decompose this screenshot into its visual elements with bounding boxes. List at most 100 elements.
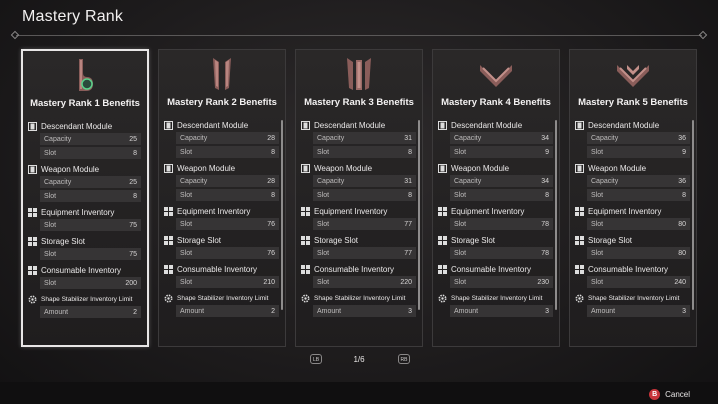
descendant-slot-row: Slot 9 [450, 146, 553, 158]
stabilizer-amount-row: Amount 3 [450, 305, 553, 317]
row-value: 36 [678, 177, 686, 185]
weapon-capacity-row: Capacity 36 [587, 175, 690, 187]
descendant-slot-row: Slot 9 [587, 146, 690, 158]
next-page-rb-button[interactable]: RB [398, 354, 410, 364]
rank-card-3[interactable]: Mastery Rank 3 Benefits Descendant Modul… [295, 49, 423, 347]
storage-slot-heading: Storage Slot [438, 233, 553, 247]
rank-1-emblem-icon [23, 55, 147, 95]
rank-card-4[interactable]: Mastery Rank 4 Benefits Descendant Modul… [432, 49, 560, 347]
row-value: 78 [541, 220, 549, 228]
divider-cap-right-icon [698, 30, 708, 40]
descendant-module-heading: Descendant Module [301, 118, 416, 132]
inventory-grid-icon [438, 235, 447, 245]
storage-slot-heading: Storage Slot [28, 234, 141, 248]
descendant-module-label: Descendant Module [177, 120, 249, 130]
row-value: 34 [541, 177, 549, 185]
divider-cap-left-icon [10, 30, 20, 40]
row-label: Capacity [591, 134, 619, 142]
shape-stabilizer-heading: Shape Stabilizer Inventory Limit [164, 291, 279, 305]
weapon-capacity-row: Capacity 25 [40, 176, 141, 188]
rank-card-2[interactable]: Mastery Rank 2 Benefits Descendant Modul… [158, 49, 286, 347]
consumable-inventory-heading: Consumable Inventory [164, 262, 279, 276]
row-value: 78 [541, 249, 549, 257]
stabilizer-amount-row: Amount 2 [40, 306, 141, 318]
descendant-module-heading: Descendant Module [164, 118, 279, 132]
storage-slot-heading: Storage Slot [575, 233, 690, 247]
weapon-slot-row: Slot 8 [450, 189, 553, 201]
row-label: Capacity [454, 134, 482, 142]
b-button-icon: B [649, 388, 661, 400]
shape-stabilizer-label: Shape Stabilizer Inventory Limit [588, 294, 680, 302]
weapon-module-label: Weapon Module [451, 163, 510, 173]
card-scrollbar[interactable] [555, 120, 557, 310]
row-value: 8 [682, 191, 686, 199]
prev-page-lb-button[interactable]: LB [310, 354, 322, 364]
row-value: 240 [674, 278, 686, 286]
rank-card-1[interactable]: Mastery Rank 1 Benefits Descendant Modul… [21, 49, 149, 347]
descendant-module-label: Descendant Module [451, 120, 523, 130]
inventory-grid-icon [438, 206, 447, 216]
card-title: Mastery Rank 4 Benefits [441, 97, 551, 108]
row-label: Amount [44, 308, 69, 316]
row-label: Slot [44, 221, 57, 229]
cancel-button[interactable]: B Cancel [649, 388, 690, 400]
row-label: Slot [317, 278, 330, 286]
card-scrollbar[interactable] [418, 120, 420, 310]
storage-slot-label: Storage Slot [177, 235, 222, 245]
row-value: 75 [129, 221, 137, 229]
row-label: Slot [317, 148, 330, 156]
card-title: Mastery Rank 1 Benefits [30, 98, 140, 109]
page-title: Mastery Rank [22, 8, 124, 25]
equipment-slot-row: Slot 80 [587, 218, 690, 230]
row-label: Slot [44, 279, 57, 287]
weapon-capacity-row: Capacity 34 [450, 175, 553, 187]
row-value: 34 [541, 134, 549, 142]
inventory-grid-icon [28, 236, 37, 246]
inventory-grid-icon [575, 206, 584, 216]
module-icon [301, 120, 310, 130]
module-icon [28, 164, 37, 174]
stabilizer-amount-row: Amount 3 [587, 305, 690, 317]
row-label: Capacity [317, 177, 345, 185]
row-value: 3 [408, 307, 412, 315]
rank-card-5[interactable]: Mastery Rank 5 Benefits Descendant Modul… [569, 49, 697, 347]
row-value: 210 [263, 278, 275, 286]
descendant-module-heading: Descendant Module [575, 118, 690, 132]
pagination: LB 1/6 RB [0, 352, 718, 368]
weapon-module-label: Weapon Module [314, 163, 373, 173]
row-label: Slot [317, 249, 330, 257]
row-value: 31 [404, 134, 412, 142]
row-value: 8 [408, 191, 412, 199]
row-label: Amount [591, 307, 616, 315]
consumable-inventory-label: Consumable Inventory [314, 264, 395, 274]
shape-stabilizer-label: Shape Stabilizer Inventory Limit [451, 294, 543, 302]
row-label: Capacity [454, 177, 482, 185]
weapon-module-heading: Weapon Module [301, 161, 416, 175]
rank-2-emblem-icon [159, 54, 285, 94]
weapon-module-heading: Weapon Module [28, 162, 141, 176]
storage-slot-heading: Storage Slot [164, 233, 279, 247]
consumable-inventory-label: Consumable Inventory [451, 264, 532, 274]
stabilizer-gear-icon [438, 293, 447, 303]
descendant-module-label: Descendant Module [41, 121, 113, 131]
row-value: 220 [400, 278, 412, 286]
row-label: Capacity [180, 134, 208, 142]
page-indicator: 1/6 [353, 355, 365, 364]
row-label: Slot [591, 148, 604, 156]
inventory-grid-icon [301, 206, 310, 216]
rank-5-emblem-icon [570, 54, 696, 94]
row-value: 2 [271, 307, 275, 315]
card-scrollbar[interactable] [281, 120, 283, 310]
row-label: Capacity [44, 178, 72, 186]
descendant-module-label: Descendant Module [314, 120, 386, 130]
card-title: Mastery Rank 3 Benefits [304, 97, 414, 108]
card-scrollbar[interactable] [692, 120, 694, 310]
row-label: Slot [591, 278, 604, 286]
consumable-inventory-label: Consumable Inventory [588, 264, 669, 274]
inventory-grid-icon [164, 206, 173, 216]
row-value: 8 [133, 192, 137, 200]
consumable-inventory-heading: Consumable Inventory [438, 262, 553, 276]
row-label: Slot [454, 249, 467, 257]
descendant-capacity-row: Capacity 25 [40, 133, 141, 145]
module-icon [28, 121, 37, 131]
